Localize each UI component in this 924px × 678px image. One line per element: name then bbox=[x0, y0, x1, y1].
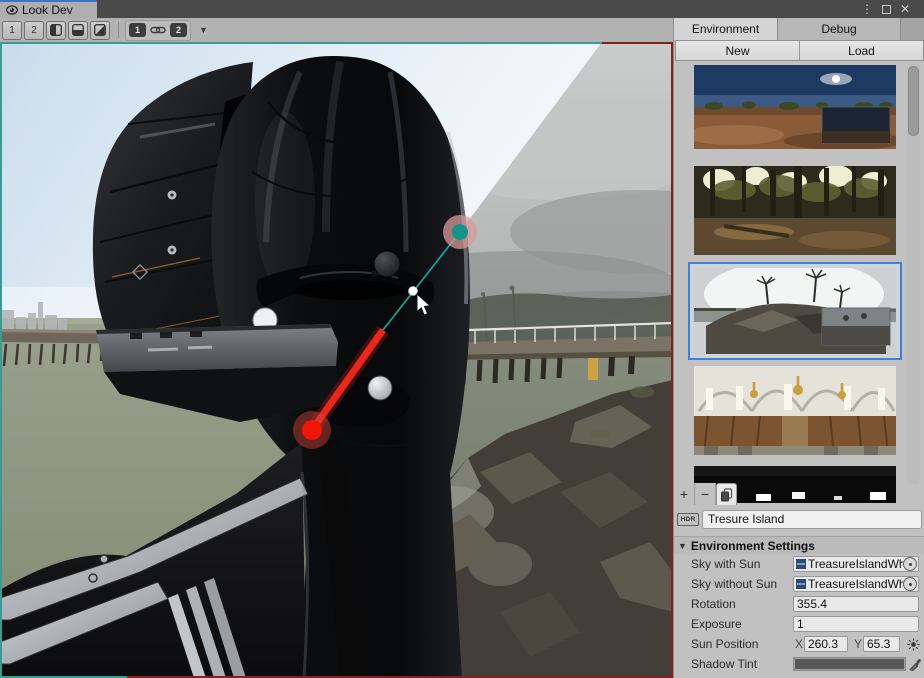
tab-look-dev[interactable]: Look Dev bbox=[0, 0, 97, 18]
sun-x-field[interactable] bbox=[804, 636, 848, 652]
tab-debug[interactable]: Debug bbox=[778, 18, 901, 40]
hdr-name-input[interactable] bbox=[702, 510, 922, 529]
hdri-thumbnail-forest[interactable] bbox=[694, 166, 896, 255]
row-rotation: Rotation bbox=[674, 594, 924, 614]
sun-icon bbox=[907, 638, 920, 651]
thumbnail-scrollbar-thumb[interactable] bbox=[908, 66, 919, 136]
gizmo-center-handle[interactable] bbox=[409, 287, 418, 296]
single-view-2-button[interactable]: 2 bbox=[24, 21, 44, 40]
title-bar: Look Dev ⋮ ✕ bbox=[0, 0, 924, 18]
sun-position-picker-button[interactable] bbox=[905, 636, 921, 652]
shadow-tint-swatch[interactable] bbox=[793, 657, 906, 671]
rotation-field[interactable] bbox=[793, 596, 919, 612]
close-icon[interactable]: ✕ bbox=[900, 0, 910, 18]
eyedropper-button[interactable] bbox=[907, 656, 923, 672]
gizmo-top-handle[interactable] bbox=[452, 224, 468, 240]
environment-settings-foldout[interactable]: ▼ Environment Settings bbox=[674, 536, 924, 554]
hdr-badge: HDR bbox=[677, 513, 699, 526]
env-actions: New Load bbox=[675, 40, 924, 61]
camera-sync-group: 1 2 bbox=[125, 20, 191, 41]
duplicate-hdri-button[interactable] bbox=[716, 483, 737, 505]
toolbar-separator bbox=[118, 22, 119, 38]
load-button[interactable]: Load bbox=[800, 41, 923, 60]
window-title: Look Dev bbox=[22, 3, 73, 17]
object-picker-icon[interactable] bbox=[903, 577, 917, 591]
exposure-input[interactable] bbox=[794, 617, 918, 631]
add-hdri-button[interactable]: + bbox=[674, 483, 695, 505]
sun-y-field[interactable] bbox=[863, 636, 900, 652]
zone-view-button[interactable] bbox=[90, 21, 110, 40]
remove-hdri-button[interactable]: − bbox=[695, 483, 716, 505]
row-exposure: Exposure bbox=[674, 614, 924, 634]
row-sun-position: Sun Position X Y bbox=[674, 634, 924, 654]
hdri-thumbnail-outback[interactable] bbox=[694, 65, 896, 149]
sky-with-sun-object-field[interactable]: TreasureIslandWh bbox=[793, 556, 919, 572]
side-by-side-view-button[interactable] bbox=[46, 21, 66, 40]
object-picker-icon[interactable] bbox=[903, 557, 917, 571]
window-controls: ⋮ ✕ bbox=[861, 0, 910, 18]
hdri-thumbnail-treasure-island[interactable] bbox=[694, 268, 896, 354]
sun-y-input[interactable] bbox=[864, 637, 899, 651]
settings-title: Environment Settings bbox=[691, 539, 815, 553]
duplicate-icon bbox=[720, 488, 733, 502]
environment-panel: Environment Debug New Load bbox=[673, 18, 924, 678]
camera-dropdown-button[interactable]: ▼ bbox=[199, 25, 208, 35]
eye-icon bbox=[6, 5, 18, 15]
menu-kebab-icon[interactable]: ⋮ bbox=[861, 0, 873, 18]
camera-1-button[interactable]: 1 bbox=[129, 23, 146, 37]
lookdev-toolbar: 1 2 1 bbox=[0, 18, 673, 42]
single-view-1-button[interactable]: 1 bbox=[2, 21, 22, 40]
row-shadow-tint: Shadow Tint bbox=[674, 654, 924, 674]
tab-environment[interactable]: Environment bbox=[674, 18, 778, 40]
new-button[interactable]: New bbox=[676, 41, 800, 60]
split-diagonal-icon bbox=[94, 24, 106, 36]
split-view-button[interactable] bbox=[68, 21, 88, 40]
row-sky-without-sun: Sky without Sun TreasureIslandWh bbox=[674, 574, 924, 594]
sun-x-input[interactable] bbox=[805, 637, 847, 651]
exposure-field[interactable] bbox=[793, 616, 919, 632]
hdri-thumbnail-church[interactable] bbox=[694, 366, 896, 455]
cubemap-icon bbox=[796, 579, 806, 589]
panel-tab-strip: Environment Debug bbox=[674, 18, 924, 40]
link-cameras-icon[interactable] bbox=[150, 24, 166, 36]
gizmo-bottom-handle[interactable] bbox=[302, 420, 322, 440]
cubemap-icon bbox=[796, 559, 806, 569]
maximize-icon[interactable] bbox=[882, 5, 891, 14]
eyedropper-icon bbox=[909, 658, 922, 671]
camera-2-button[interactable]: 2 bbox=[170, 23, 187, 37]
rotation-input[interactable] bbox=[794, 597, 918, 611]
split-vertical-icon bbox=[50, 24, 62, 36]
split-horizontal-icon bbox=[72, 24, 84, 36]
foldout-arrow-icon: ▼ bbox=[678, 541, 687, 551]
lookdev-render-view[interactable] bbox=[0, 42, 673, 678]
sky-without-sun-object-field[interactable]: TreasureIslandWh bbox=[793, 576, 919, 592]
hdri-list-controls: + − bbox=[674, 483, 740, 505]
lookdev-window: Look Dev ⋮ ✕ 1 2 bbox=[0, 0, 924, 678]
hdr-name-row: HDR bbox=[677, 508, 922, 530]
row-sky-with-sun: Sky with Sun TreasureIslandWh bbox=[674, 554, 924, 574]
